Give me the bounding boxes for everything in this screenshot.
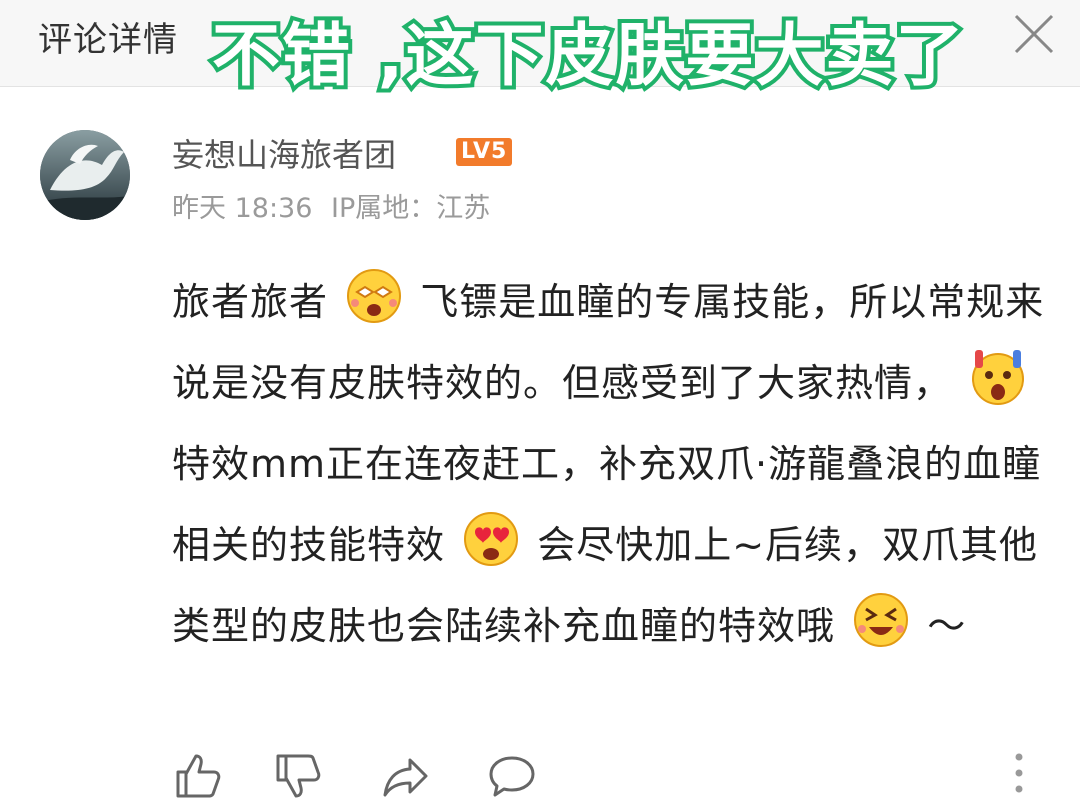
heart-eyes-emoji (464, 512, 519, 566)
comment-icon (489, 756, 535, 797)
comment-actions (0, 740, 1080, 809)
header-bar: 评论详情 不错 ,这下皮肤要大卖了 (0, 0, 1080, 100)
comment-segment: 旅者旅者 (172, 280, 329, 324)
screaming-emoji (972, 350, 1025, 405)
starry-eyes-emoji (347, 269, 402, 323)
comment-segment: ～ (927, 604, 967, 648)
avatar[interactable] (40, 130, 130, 220)
avatar-image (40, 130, 130, 220)
laughing-emoji (854, 593, 909, 647)
username[interactable]: 妄想山海旅者团 (172, 130, 396, 176)
close-icon (1014, 14, 1054, 54)
thumbs-down-icon (276, 754, 321, 798)
page-title: 评论详情 (38, 20, 178, 60)
dislike-button[interactable] (272, 750, 324, 802)
reply-button[interactable] (486, 750, 538, 802)
thumbs-up-icon (176, 754, 221, 798)
ip-location: IP属地：江苏 (331, 193, 491, 224)
level-badge: LV5 (456, 138, 513, 166)
more-vertical-icon (1015, 753, 1023, 793)
share-button[interactable] (380, 750, 432, 802)
share-icon (383, 758, 428, 797)
like-button[interactable] (172, 750, 224, 802)
close-button[interactable] (1012, 12, 1056, 56)
comment-meta: 昨天 18:36 IP属地：江苏 (172, 186, 490, 225)
comment-text: 旅者旅者 飞镖是血瞳的专属技能，所以常规来说是没有皮肤特效的。但感受到了大家热情… (172, 262, 1052, 667)
comment-date: 昨天 18:36 (172, 193, 313, 224)
overlay-caption: 不错 ,这下皮肤要大卖了 (208, 13, 968, 100)
more-button[interactable] (1004, 748, 1034, 798)
